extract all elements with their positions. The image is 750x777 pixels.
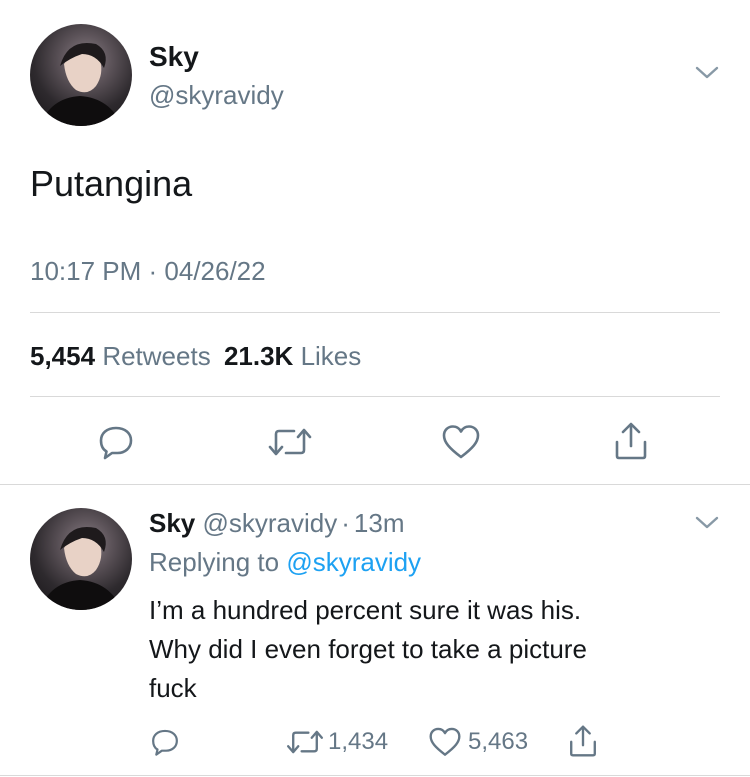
avatar[interactable]	[30, 24, 132, 126]
author-handle[interactable]: @skyravidy	[149, 79, 284, 111]
reply-text-line: Why did I even forget to take a picture	[149, 634, 587, 664]
divider	[30, 312, 720, 313]
section-divider	[0, 484, 750, 485]
like-icon[interactable]	[441, 423, 481, 461]
reply-text: I’m a hundred percent sure it was his. W…	[149, 591, 587, 708]
engagement-stats: 5,454 Retweets 21.3K Likes	[30, 339, 361, 373]
likes-count[interactable]: 21.3K	[224, 341, 293, 371]
bottom-divider	[0, 775, 750, 776]
time-separator: ·	[341, 508, 350, 538]
replying-to: Replying to @skyravidy	[149, 545, 421, 579]
reply-time[interactable]: 13m	[354, 508, 405, 538]
reply-like-button[interactable]: 5,463	[428, 726, 528, 758]
reply-retweet-count: 1,434	[328, 728, 389, 755]
reply-icon[interactable]	[97, 423, 135, 461]
retweet-icon	[286, 726, 324, 758]
reply-handle[interactable]: @skyravidy	[203, 508, 338, 538]
reply-text-line: I’m a hundred percent sure it was his.	[149, 595, 582, 625]
chevron-down-icon[interactable]	[694, 64, 720, 82]
reply-header: Sky @skyravidy · 13m	[149, 506, 405, 540]
tweet-timestamp[interactable]: 10:17 PM · 04/26/22	[30, 254, 266, 288]
retweets-label[interactable]: Retweets	[102, 341, 210, 371]
retweets-count[interactable]: 5,454	[30, 341, 95, 371]
replying-to-label: Replying to	[149, 547, 280, 577]
reply-display-name[interactable]: Sky	[149, 508, 195, 538]
likes-label[interactable]: Likes	[301, 341, 362, 371]
heart-icon	[428, 726, 462, 758]
reply-share-icon[interactable]	[567, 724, 599, 758]
replying-to-handle[interactable]: @skyravidy	[286, 547, 421, 577]
divider	[30, 396, 720, 397]
retweet-icon[interactable]	[268, 423, 312, 461]
reply-chevron-down-icon[interactable]	[694, 514, 720, 532]
reply-comment-icon[interactable]	[150, 727, 180, 757]
share-icon[interactable]	[612, 421, 650, 461]
reply-avatar[interactable]	[30, 508, 132, 610]
author-display-name[interactable]: Sky	[149, 40, 199, 74]
tweet-text: Putangina	[30, 163, 193, 204]
reply-text-line: fuck	[149, 673, 197, 703]
reply-retweet-button[interactable]: 1,434	[286, 726, 388, 758]
reply-like-count: 5,463	[468, 728, 529, 755]
